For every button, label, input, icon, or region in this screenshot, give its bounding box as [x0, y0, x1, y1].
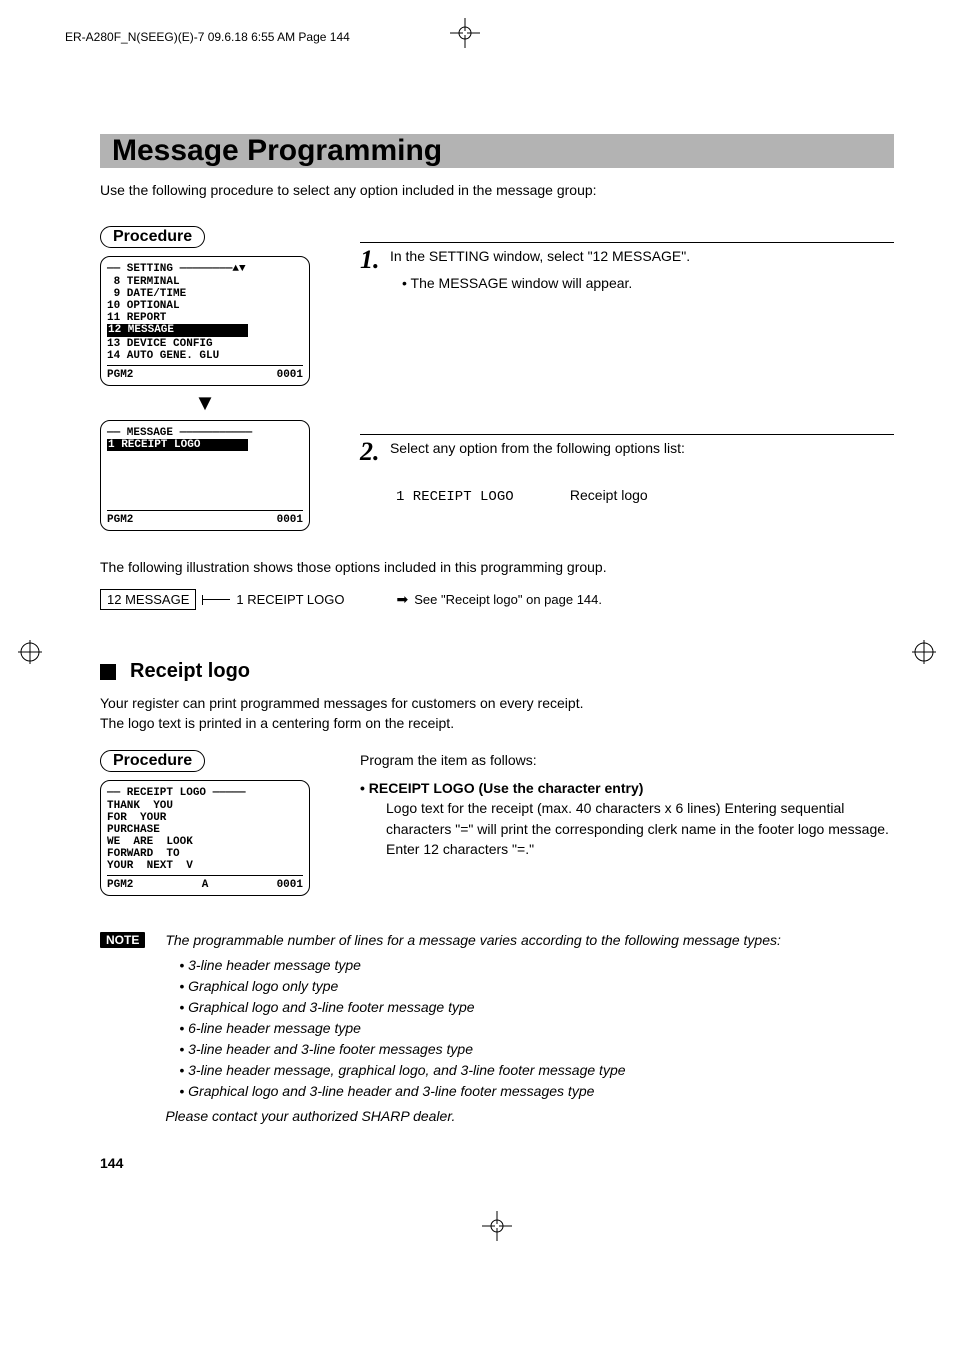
list-item: 3-line header and 3-line footer messages…: [179, 1039, 781, 1060]
section-body: Your register can print programmed messa…: [100, 693, 894, 734]
screen-header: —— SETTING ————————▲▼: [107, 263, 303, 275]
terminal-screen-message: —— MESSAGE ——————————— 1 RECEIPT LOGO PG…: [100, 420, 310, 531]
intro-text: Use the following procedure to select an…: [100, 182, 894, 198]
list-item: 3-line header message type: [179, 955, 781, 976]
procedure-label: Procedure: [100, 226, 205, 248]
screen-header: —— RECEIPT LOGO —————: [107, 787, 303, 799]
procedure-label: Procedure: [100, 750, 205, 772]
illustration-intro: The following illustration shows those o…: [100, 559, 894, 575]
registration-mark-icon: [912, 640, 936, 669]
down-arrow-icon: ▼: [100, 390, 310, 416]
title-bar: Message Programming: [100, 134, 894, 168]
screen-items: 13 DEVICE CONFIG 14 AUTO GENE. GLU: [107, 338, 303, 362]
list-item: 6-line header message type: [179, 1018, 781, 1039]
list-item: Graphical logo and 3-line header and 3-l…: [179, 1081, 781, 1102]
note-badge: NOTE: [100, 932, 145, 948]
section-heading: Receipt logo: [100, 660, 894, 683]
diagram-reference: See "Receipt logo" on page 144.: [414, 592, 602, 607]
arrow-right-icon: ➡: [397, 591, 409, 608]
screen-mid: A: [202, 879, 209, 891]
note-intro: The programmable number of lines for a m…: [165, 930, 781, 951]
body-line: Your register can print programmed messa…: [100, 693, 894, 713]
list-item: Graphical logo only type: [179, 976, 781, 997]
list-item: 3-line header message, graphical logo, a…: [179, 1060, 781, 1081]
crop-mark-icon: [450, 18, 480, 48]
square-bullet-icon: [100, 664, 116, 680]
step-number: 2.: [360, 439, 380, 465]
option-desc: Receipt logo: [570, 487, 648, 503]
bullet-heading: • RECEIPT LOGO (Use the character entry): [360, 778, 894, 798]
page-title: Message Programming: [108, 134, 442, 167]
diagram-box: 12 MESSAGE: [100, 589, 196, 610]
note-block: NOTE The programmable number of lines fo…: [100, 930, 894, 1127]
screen-mode: PGM2: [107, 879, 133, 891]
list-item: Graphical logo and 3-line footer message…: [179, 997, 781, 1018]
note-outro: Please contact your authorized SHARP dea…: [165, 1106, 781, 1127]
step-1: 1. In the SETTING window, select "12 MES…: [360, 242, 894, 294]
step-number: 1.: [360, 247, 380, 273]
screen-highlight: 1 RECEIPT LOGO: [107, 439, 248, 451]
option-code: 1 RECEIPT LOGO: [396, 489, 566, 505]
screen-highlight: 12 MESSAGE: [107, 324, 248, 336]
diagram-branch: 1 RECEIPT LOGO: [236, 592, 344, 607]
registration-mark-icon: [18, 640, 42, 669]
bullet-detail: Logo text for the receipt (max. 40 chara…: [386, 798, 894, 859]
page-number: 144: [100, 1155, 894, 1171]
section-title: Receipt logo: [130, 660, 250, 683]
screen-lines: THANK YOU FOR YOUR PURCHASE WE ARE LOOK …: [107, 800, 303, 873]
body-line: The logo text is printed in a centering …: [100, 713, 894, 733]
screen-code: 0001: [277, 369, 303, 381]
step-text: Select any option from the following opt…: [390, 439, 685, 459]
step-text: In the SETTING window, select "12 MESSAG…: [390, 247, 690, 267]
screen-mode: PGM2: [107, 369, 133, 381]
step-2: 2. Select any option from the following …: [360, 434, 894, 505]
screen-code: 0001: [277, 514, 303, 526]
program-lead: Program the item as follows:: [360, 750, 894, 770]
screen-header: —— MESSAGE ———————————: [107, 427, 303, 439]
terminal-screen-setting: —— SETTING ————————▲▼ 8 TERMINAL 9 DATE/…: [100, 256, 310, 386]
crop-mark-icon: [100, 1211, 894, 1241]
terminal-screen-receipt-logo: —— RECEIPT LOGO ————— THANK YOU FOR YOUR…: [100, 780, 310, 897]
options-diagram: 12 MESSAGE 1 RECEIPT LOGO ➡ See "Receipt…: [100, 589, 894, 610]
screen-mode: PGM2: [107, 514, 133, 526]
screen-items: 8 TERMINAL 9 DATE/TIME 10 OPTIONAL 11 RE…: [107, 276, 303, 324]
note-list: 3-line header message type Graphical log…: [165, 955, 781, 1102]
step-subtext: • The MESSAGE window will appear.: [402, 273, 894, 294]
screen-code: 0001: [277, 879, 303, 891]
